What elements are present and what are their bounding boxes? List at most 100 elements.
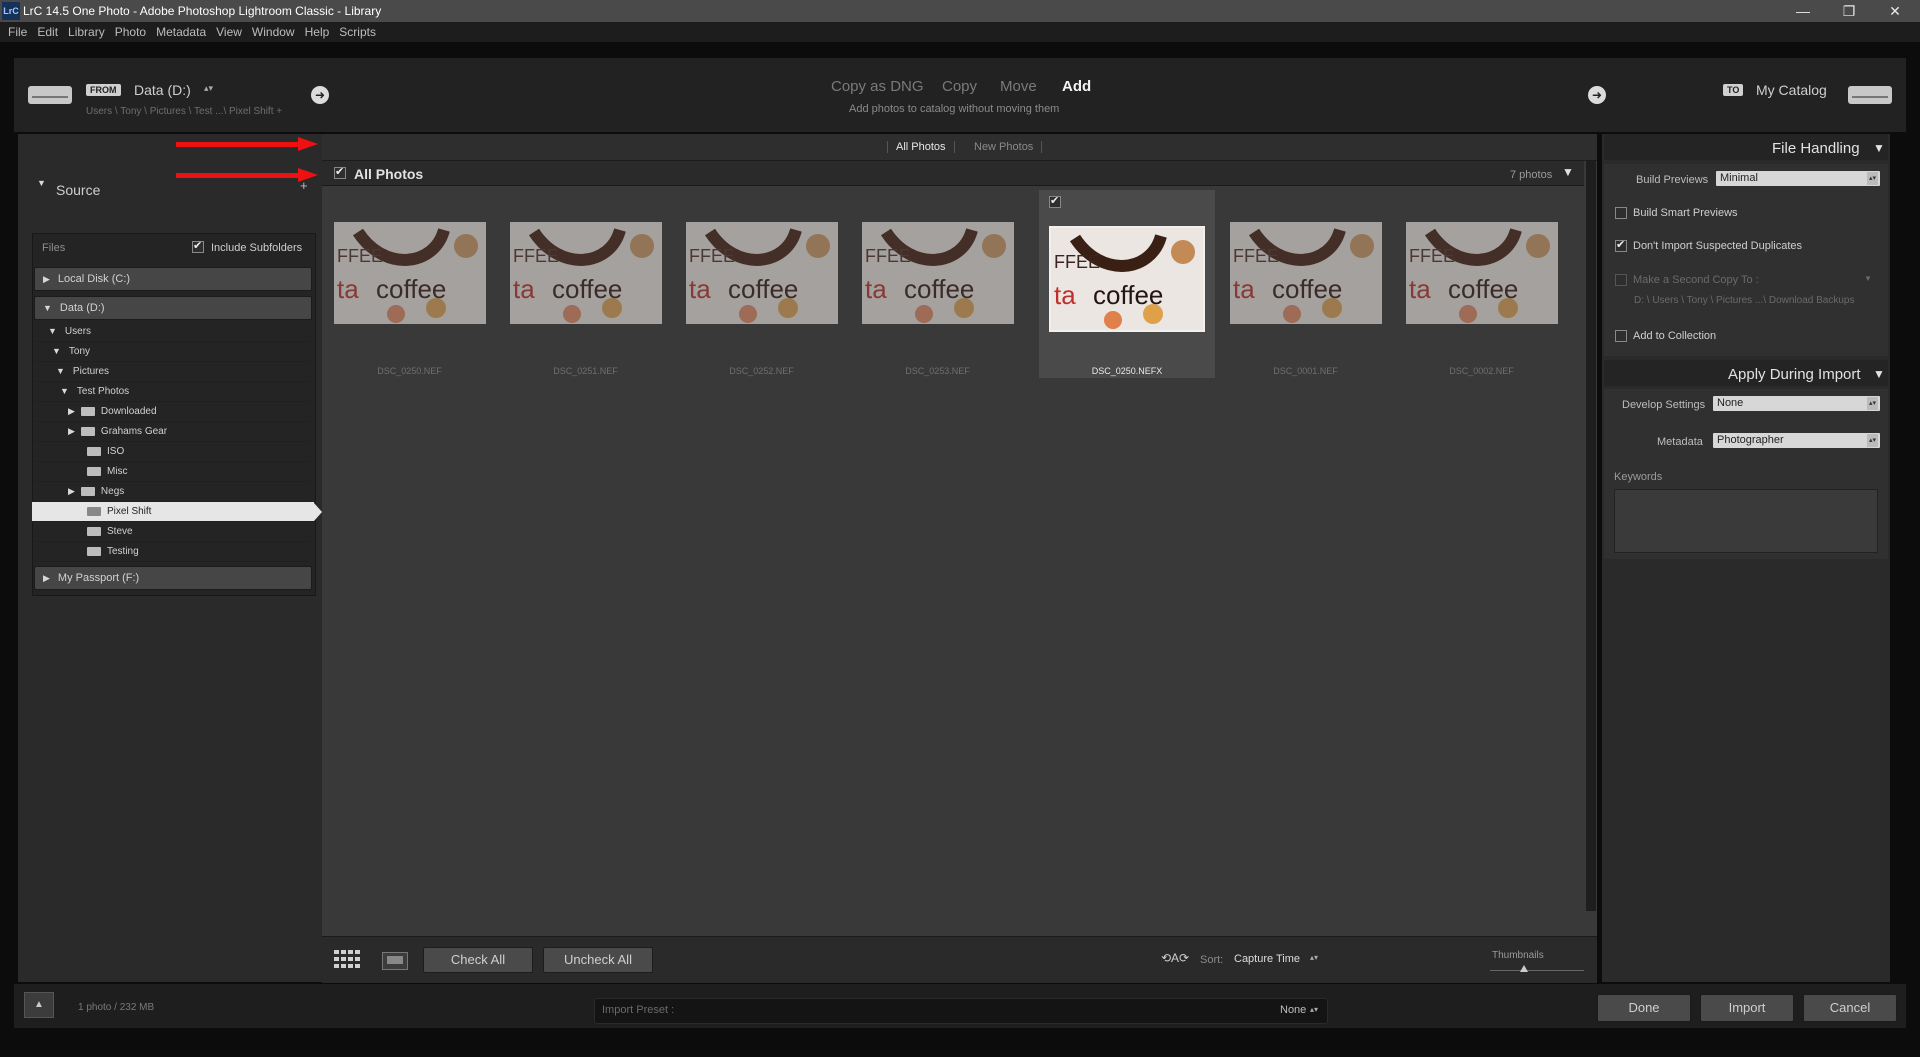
preset-dropdown-icon[interactable]: ▴▾ [1310,1005,1318,1014]
sort-dropdown-icon[interactable]: ▴▾ [1310,953,1318,962]
menu-file[interactable]: File [0,22,32,42]
photo-thumbnail[interactable]: FFEE ta coffee DSC_0251.NEF [498,186,673,376]
annotation-arrowhead-2 [298,168,318,182]
menu-photo[interactable]: Photo [110,22,151,42]
menu-view[interactable]: View [211,22,247,42]
metadata-select[interactable]: Photographer ▴▾ [1713,433,1880,448]
build-previews-select[interactable]: Minimal ▴▾ [1716,171,1880,186]
include-subfolders-checkbox[interactable] [192,239,204,253]
drive-data-d[interactable]: ▼ Data (D:) [34,296,312,320]
drive-local-disk-c[interactable]: ▶ Local Disk (C:) [34,267,312,291]
grid-scrollbar[interactable] [1586,161,1596,911]
photo-checkbox[interactable] [1049,194,1061,208]
expand-icon[interactable]: ▶ [68,486,75,496]
photo-thumbnail[interactable]: FFEE ta coffee DSC_0250.NEF [322,186,497,376]
photo-thumbnail[interactable]: FFEE ta coffee DSC_0001.NEF [1218,186,1393,376]
sort-select[interactable]: Capture Time [1234,953,1300,965]
photo-thumbnail[interactable]: FFEE ta coffee DSC_0002.NEF [1394,186,1569,376]
import-button[interactable]: Import [1700,994,1794,1022]
tree-item-steve[interactable]: Steve [34,522,310,542]
grid-view-icon[interactable] [334,950,362,970]
source-collapse-icon[interactable]: ▼ [37,178,46,188]
minimize-icon[interactable]: — [1780,0,1826,22]
menu-scripts[interactable]: Scripts [334,22,381,42]
tree-item-tony[interactable]: ▼ Tony [34,342,310,362]
collapse-icon[interactable]: ▼ [60,386,69,396]
cancel-button[interactable]: Cancel [1803,994,1897,1022]
group-title: All Photos [354,166,424,182]
source-arrow-icon[interactable]: ➜ [311,86,329,104]
expand-icon[interactable]: ▶ [43,573,50,583]
maximize-icon[interactable]: ❐ [1826,0,1872,22]
collapse-icon[interactable]: ▼ [52,346,61,356]
preview-text: FFEE [865,246,912,266]
expand-icon[interactable]: ▶ [68,406,75,416]
annotation-arrowhead-1 [298,137,318,151]
thumbnail-size-slider[interactable] [1490,970,1584,971]
loupe-view-icon[interactable] [382,952,408,970]
second-copy-checkbox[interactable] [1615,274,1627,286]
photo-filename: DSC_0001.NEF [1273,366,1338,376]
tree-item-downloaded[interactable]: ▶ Downloaded [34,402,310,422]
menu-library[interactable]: Library [63,22,110,42]
tree-item-misc[interactable]: Misc [34,462,310,482]
sort-direction-icon[interactable]: ⟲A⟳ [1161,951,1189,965]
source-drive-icon [28,80,72,104]
second-copy-dropdown-icon[interactable]: ▼ [1864,274,1872,283]
import-preset-value[interactable]: None [1280,1004,1306,1016]
smart-previews-checkbox[interactable] [1615,207,1627,219]
tree-item-pictures[interactable]: ▼ Pictures [34,362,310,382]
select-arrow-icon[interactable]: ▴▾ [1867,434,1878,447]
file-handling-collapse-icon[interactable]: ▼ [1873,141,1885,155]
menu-window[interactable]: Window [247,22,300,42]
collapse-icon[interactable]: ▼ [43,303,52,313]
select-arrow-icon[interactable]: ▴▾ [1867,397,1878,410]
tree-item-grahams-gear[interactable]: ▶ Grahams Gear [34,422,310,442]
tree-item-negs[interactable]: ▶ Negs [34,482,310,502]
mode-copy[interactable]: Copy [942,78,977,95]
filter-new-photos[interactable]: New Photos [966,141,1043,153]
develop-settings-select[interactable]: None ▴▾ [1713,396,1880,411]
photo-thumbnail[interactable]: FFEE ta coffee DSC_0252.NEF [674,186,849,376]
collapse-icon[interactable]: ▼ [56,366,65,376]
uncheck-all-button[interactable]: Uncheck All [543,947,653,973]
preview-text: coffee [904,274,975,304]
mode-copy-as-dng[interactable]: Copy as DNG [831,78,924,95]
photo-preview: FFEE ta coffee [862,222,1014,324]
source-drive-selector[interactable]: Data (D:) [134,82,191,98]
menu-metadata[interactable]: Metadata [151,22,211,42]
tree-item-iso[interactable]: ISO [34,442,310,462]
group-collapse-icon[interactable]: ▼ [1562,165,1574,179]
close-icon[interactable]: ✕ [1872,0,1918,22]
expand-icon[interactable]: ▶ [68,426,75,436]
photo-thumbnail-selected[interactable]: FFEE ta coffee DSC_0250.NEFX [1039,190,1215,378]
tree-item-test-photos[interactable]: ▼ Test Photos [34,382,310,402]
keywords-field[interactable] [1614,489,1878,553]
check-all-button[interactable]: Check All [423,947,533,973]
tree-item-pixel-shift[interactable]: Pixel Shift [32,502,314,522]
collapse-icon[interactable]: ▼ [48,326,57,336]
no-duplicates-checkbox[interactable] [1615,238,1627,252]
apply-collapse-icon[interactable]: ▼ [1873,367,1885,381]
mode-add[interactable]: Add [1062,78,1091,95]
sort-label: Sort: [1200,954,1224,966]
all-photos-checkbox[interactable] [334,165,346,179]
tree-label: Tony [68,346,91,357]
drive-my-passport-f[interactable]: ▶ My Passport (F:) [34,566,312,590]
expand-icon[interactable]: ▶ [43,274,50,284]
source-dropdown-icon[interactable]: ▴▾ [204,83,213,94]
photo-thumbnail[interactable]: FFEE ta coffee DSC_0253.NEF [850,186,1025,376]
tree-item-testing[interactable]: Testing [34,542,310,562]
add-collection-checkbox[interactable] [1615,330,1627,342]
mode-move[interactable]: Move [1000,78,1037,95]
filter-all-photos[interactable]: All Photos [887,141,955,153]
done-button[interactable]: Done [1597,994,1691,1022]
destination-arrow-icon[interactable]: ➜ [1588,86,1606,104]
select-arrow-icon[interactable]: ▴▾ [1867,172,1878,185]
tree-item-users[interactable]: ▼ Users [34,322,310,342]
slider-thumb[interactable] [1520,965,1528,972]
menu-help[interactable]: Help [300,22,335,42]
import-preset-bar[interactable] [594,998,1328,1024]
expand-up-icon[interactable]: ▲ [24,992,54,1018]
menu-edit[interactable]: Edit [32,22,63,42]
